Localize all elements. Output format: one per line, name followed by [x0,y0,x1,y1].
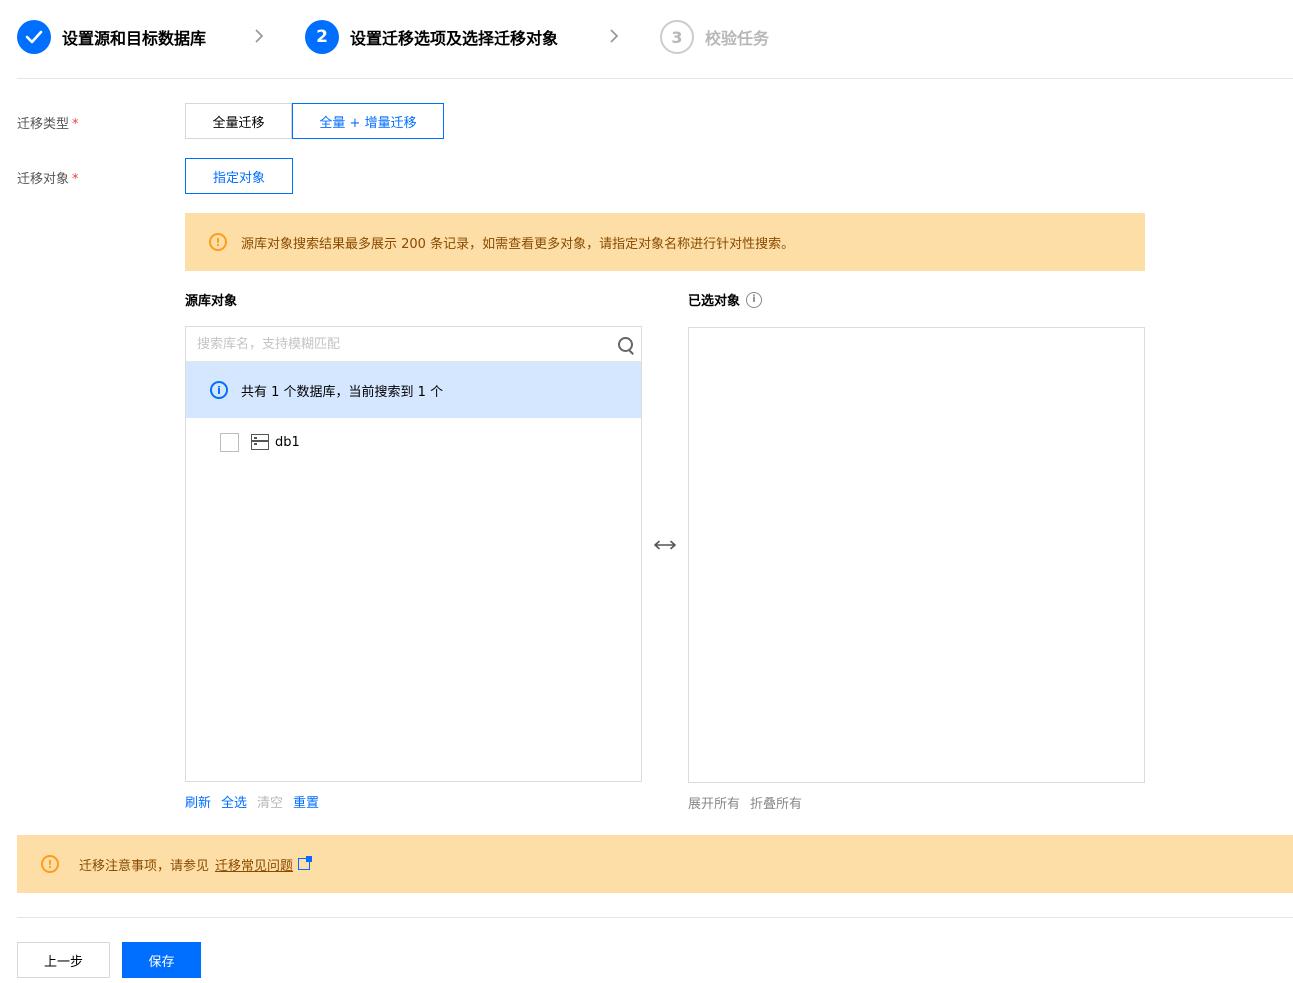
chevron-right-icon [254,28,264,49]
option-full-migration[interactable]: 全量迁移 [185,103,292,139]
selected-objects-title: 已选对象 i [688,290,763,309]
header-divider [17,78,1293,79]
search-icon[interactable] [611,328,641,361]
migration-faq-link[interactable]: 迁移常见问题 [215,855,293,874]
db1-checkbox[interactable] [220,432,239,452]
step-1: 设置源和目标数据库 [17,19,206,55]
specify-object-button[interactable]: 指定对象 [185,158,293,194]
reset-link[interactable]: 重置 [293,792,319,811]
search-result-text: 共有 1 个数据库，当前搜索到 1 个 [241,384,444,400]
warning-icon: ! [209,233,227,251]
step-2-label: 设置迁移选项及选择迁移对象 [350,29,559,48]
migration-notes-text: 迁移注意事项，请参见 [79,858,210,874]
step-2-number: 2 [305,20,339,54]
step-3-number: 3 [660,20,694,54]
refresh-link[interactable]: 刷新 [185,792,211,811]
clear-link[interactable]: 清空 [257,792,283,811]
search-row [186,327,641,362]
check-icon [17,20,51,54]
chevron-right-icon [609,28,619,49]
step-2: 2 设置迁移选项及选择迁移对象 [305,19,558,55]
option-full-incremental-migration[interactable]: 全量 + 增量迁移 [292,103,444,139]
steps-bar: 设置源和目标数据库 2 设置迁移选项及选择迁移对象 3 校验任务 [17,19,1293,55]
external-link-icon[interactable] [298,856,313,870]
search-result-info: i 共有 1 个数据库，当前搜索到 1 个 [186,362,641,418]
search-input[interactable] [186,327,611,361]
footer-divider [17,917,1293,918]
selected-objects-panel [688,327,1145,783]
step-3-label: 校验任务 [705,29,770,48]
database-icon [251,434,269,450]
migration-object-label: 迁移对象 * [17,172,79,187]
expand-all-link[interactable]: 展开所有 [688,793,740,812]
source-actions: 刷新 全选 清空 重置 [185,792,319,811]
migration-type-selector: 全量迁移 全量 + 增量迁移 [185,103,444,139]
step-3: 3 校验任务 [660,19,769,55]
tree-item-db1[interactable]: db1 [220,432,300,452]
migration-notes-warning: ! 迁移注意事项，请参见 迁移常见问题 [17,835,1293,893]
info-icon[interactable]: i [746,291,763,308]
select-all-link[interactable]: 全选 [221,792,247,811]
search-limit-warning-text: 源库对象搜索结果最多展示 200 条记录，如需查看更多对象，请指定对象名称进行针… [241,236,795,252]
search-limit-warning: ! 源库对象搜索结果最多展示 200 条记录，如需查看更多对象，请指定对象名称进… [185,213,1145,271]
prev-step-button[interactable]: 上一步 [17,942,110,978]
warning-icon: ! [41,855,59,873]
source-objects-title: 源库对象 [185,294,238,309]
source-objects-panel: i 共有 1 个数据库，当前搜索到 1 个 db1 [185,326,642,782]
transfer-arrows-icon [654,537,676,553]
collapse-all-link[interactable]: 折叠所有 [750,793,802,812]
info-icon: i [210,381,228,399]
selected-actions: 展开所有 折叠所有 [688,793,802,812]
save-button[interactable]: 保存 [122,942,201,978]
migration-type-label: 迁移类型 * [17,117,79,132]
step-1-label: 设置源和目标数据库 [62,29,207,48]
db1-label: db1 [275,434,300,450]
